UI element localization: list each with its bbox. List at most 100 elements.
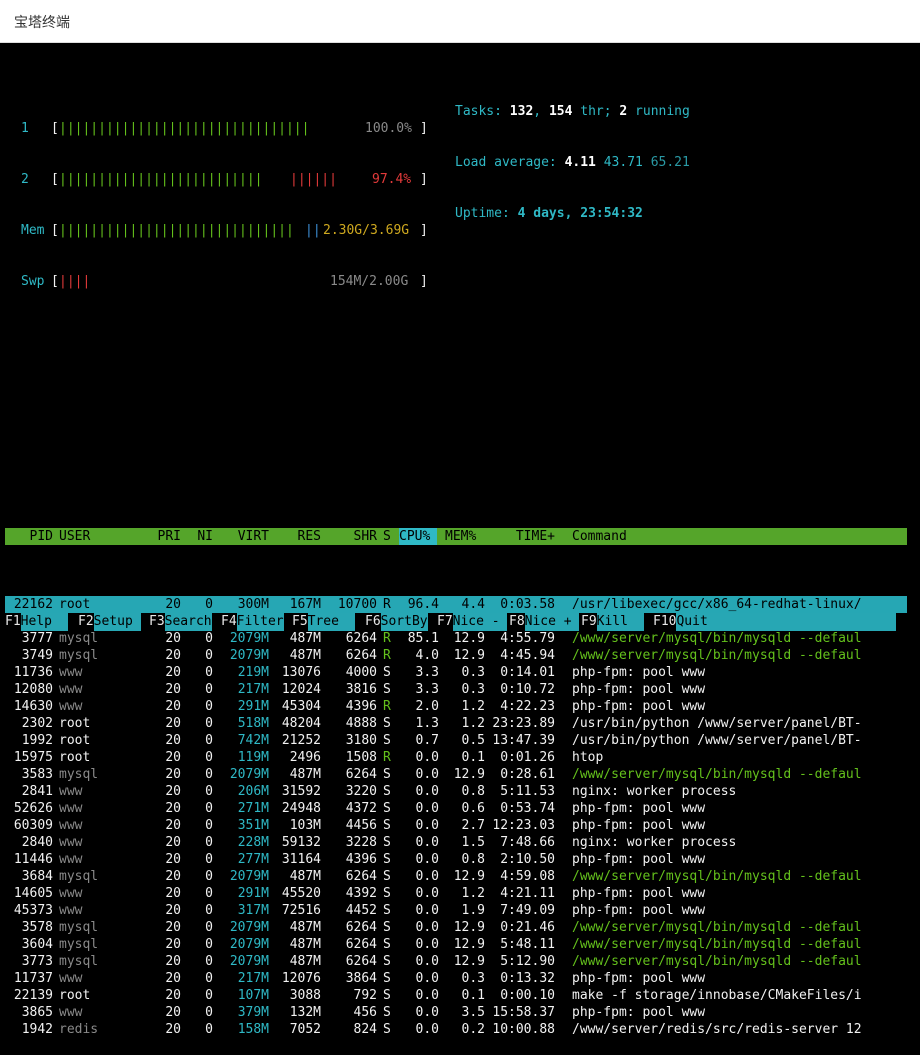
process-row[interactable]: 22139 root 20 0 107M 3088 792 S 0.0 0.1 0:00.10 mak… [5,987,907,1004]
col-time[interactable]: TIME+ [485,528,555,545]
cell-state: S [383,818,391,833]
load-label: Load average: [455,155,557,170]
cell-time: 0:53.74 [500,801,555,816]
process-row[interactable]: 3684 mysql 20 0 2079M 487M 6264 S 0.0 12.9 4:59.08… [5,868,907,885]
cell-ni: 0 [205,784,213,799]
fkey-label: Setup [93,613,141,631]
process-row[interactable]: 2840 www 20 0 228M 59132 3228 S 0.0 1.5 7:48.66 ngi… [5,834,907,851]
fkey-f2[interactable]: F2Setup [78,613,141,631]
process-row[interactable]: 11736 www 20 0 219M 13076 4000 S 3.3 0.3 0:14.01 ph… [5,664,907,681]
process-row[interactable]: 14630 www 20 0 291M 45304 4396 R 2.0 1.2 4:22.23 ph… [5,698,907,715]
load-line: Load average: 4.11 43.71 65.21 [455,154,690,171]
process-row[interactable]: 52626 www 20 0 271M 24948 4372 S 0.0 0.6 0:53.74 ph… [5,800,907,817]
meter-close-bracket: ] [420,172,428,187]
fkey-label: Help [20,613,68,631]
col-pid[interactable]: PID [5,528,53,545]
col-cpu-sorted[interactable]: CPU% [399,528,437,545]
process-row[interactable]: 3749 mysql 20 0 2079M 487M 6264 R 4.0 12.9 4:45.94… [5,647,907,664]
process-row[interactable]: 2841 www 20 0 206M 31592 3220 S 0.0 0.8 5:11.53 ngi… [5,783,907,800]
cell-cpu: 0.0 [415,903,439,918]
cell-virt: 277M [237,852,269,867]
cell-pri: 20 [165,631,181,646]
col-virt[interactable]: VIRT [217,528,269,545]
fkey-f5[interactable]: F5Tree [292,613,355,631]
cell-command: nginx: worker process [572,784,737,799]
cell-user: www [59,852,83,867]
cell-mem: 1.2 [461,716,485,731]
cell-ni: 0 [205,954,213,969]
fkey-f8[interactable]: F8Nice + [509,613,580,631]
process-row[interactable]: 11737 www 20 0 217M 12076 3864 S 0.0 0.3 0:13.32 ph… [5,970,907,987]
cell-user: www [59,971,83,986]
process-row[interactable]: 3578 mysql 20 0 2079M 487M 6264 S 0.0 12.9 0:21.46… [5,919,907,936]
process-row[interactable]: 3604 mysql 20 0 2079M 487M 6264 S 0.0 12.9 5:48.11… [5,936,907,953]
fkey-f6[interactable]: F6SortBy [365,613,428,631]
cell-pri: 20 [165,750,181,765]
col-state[interactable]: S [383,528,393,545]
process-row[interactable]: 12080 www 20 0 217M 12024 3816 S 3.3 0.3 0:10.72 ph… [5,681,907,698]
cell-cpu: 0.0 [415,767,439,782]
cell-time: 5:11.53 [500,784,555,799]
process-table-header[interactable]: PID USER PRI NI VIRT RES SHR S CPU% MEM%… [5,528,907,545]
process-row[interactable]: 11446 www 20 0 277M 31164 4396 S 0.0 0.8 2:10.50 ph… [5,851,907,868]
cell-mem: 12.9 [453,954,485,969]
cell-pri: 20 [165,835,181,850]
cell-pid: 14630 [13,699,53,714]
fkey-f1[interactable]: F1Help [5,613,68,631]
cell-ni: 0 [205,835,213,850]
col-user[interactable]: USER [59,528,119,545]
cell-mem: 12.9 [453,920,485,935]
cell-res: 59132 [281,835,321,850]
cell-state: S [383,801,391,816]
cell-virt: 217M [237,971,269,986]
cell-ni: 0 [205,869,213,884]
cell-res: 487M [289,954,321,969]
cell-cpu: 0.0 [415,971,439,986]
fkey-f3[interactable]: F3Search [149,613,212,631]
cell-pid: 2840 [21,835,53,850]
cell-user: mysql [59,937,99,952]
cell-pid: 11736 [13,665,53,680]
col-pri[interactable]: PRI [125,528,181,545]
cell-shr: 6264 [345,648,377,663]
cell-command: /www/server/mysql/bin/mysqld --defaul [572,869,862,884]
process-row[interactable]: 3865 www 20 0 379M 132M 456 S 0.0 3.5 15:58.37 php-… [5,1004,907,1021]
cell-pid: 3749 [21,648,53,663]
cell-time: 23:23.89 [492,716,555,731]
cell-virt: 291M [237,886,269,901]
cell-mem: 1.9 [461,903,485,918]
cell-res: 167M [289,597,321,612]
fkey-f10[interactable]: F10Quit [653,613,896,631]
col-command[interactable]: Command [572,528,902,545]
process-row[interactable]: 1942 redis 20 0 158M 7052 824 S 0.0 0.2 10:00.88/w… [5,1021,907,1038]
process-row[interactable]: 3773 mysql 20 0 2079M 487M 6264 S 0.0 12.9 5:12.90… [5,953,907,970]
cell-cpu: 96.4 [407,597,439,612]
fkey-f9[interactable]: F9Kill [581,613,644,631]
htop-terminal[interactable]: 1 [ |||||||||||||||||||||||||||||||| 100… [5,69,907,1037]
process-row[interactable]: 2302 root 20 0 518M 48204 4888 S 1.3 1.2 23:23.89 /… [5,715,907,732]
process-row[interactable]: 15975 root 20 0 119M 2496 1508 R 0.0 0.1 0:01.26 ht… [5,749,907,766]
process-list[interactable]: 22162 root 20 0 300M 167M 10700 R 96.4 4.4 0:03.58… [5,596,907,1038]
process-row[interactable]: 60309 www 20 0 351M 103M 4456 S 0.0 2.7 12:23.03 ph… [5,817,907,834]
cell-time: 12:23.03 [492,818,555,833]
col-res[interactable]: RES [271,528,321,545]
cell-time: 0:14.01 [500,665,555,680]
cpu2-bars-high: |||||| [290,172,337,187]
process-row[interactable]: 1992 root 20 0 742M 21252 3180 S 0.7 0.5 13:47.39 /… [5,732,907,749]
cell-state: R [383,699,391,714]
cell-command: /www/server/mysql/bin/mysqld --defaul [572,767,862,782]
cell-ni: 0 [205,716,213,731]
process-row[interactable]: 3583 mysql 20 0 2079M 487M 6264 S 0.0 12.9 0:28.61… [5,766,907,783]
process-row-selected[interactable]: 22162 root 20 0 300M 167M 10700 R 96.4 4.4 0:03.58… [5,596,907,613]
process-row[interactable]: 45373 www 20 0 317M 72516 4452 S 0.0 1.9 7:49.09 ph… [5,902,907,919]
cell-ni: 0 [205,801,213,816]
cell-command: /www/server/mysql/bin/mysqld --defaul [572,937,862,952]
col-ni[interactable]: NI [185,528,213,545]
col-shr[interactable]: SHR [325,528,377,545]
process-row[interactable]: 3777 mysql 20 0 2079M 487M 6264 R 85.1 12.9 4:55.7… [5,630,907,647]
fkey-f4[interactable]: F4Filter [221,613,284,631]
process-row[interactable]: 14605 www 20 0 291M 45520 4392 S 0.0 1.2 4:21.11 ph… [5,885,907,902]
fkey-f7[interactable]: F7Nice - [437,613,508,631]
col-mem[interactable]: MEM% [445,528,485,545]
cell-user: mysql [59,954,99,969]
